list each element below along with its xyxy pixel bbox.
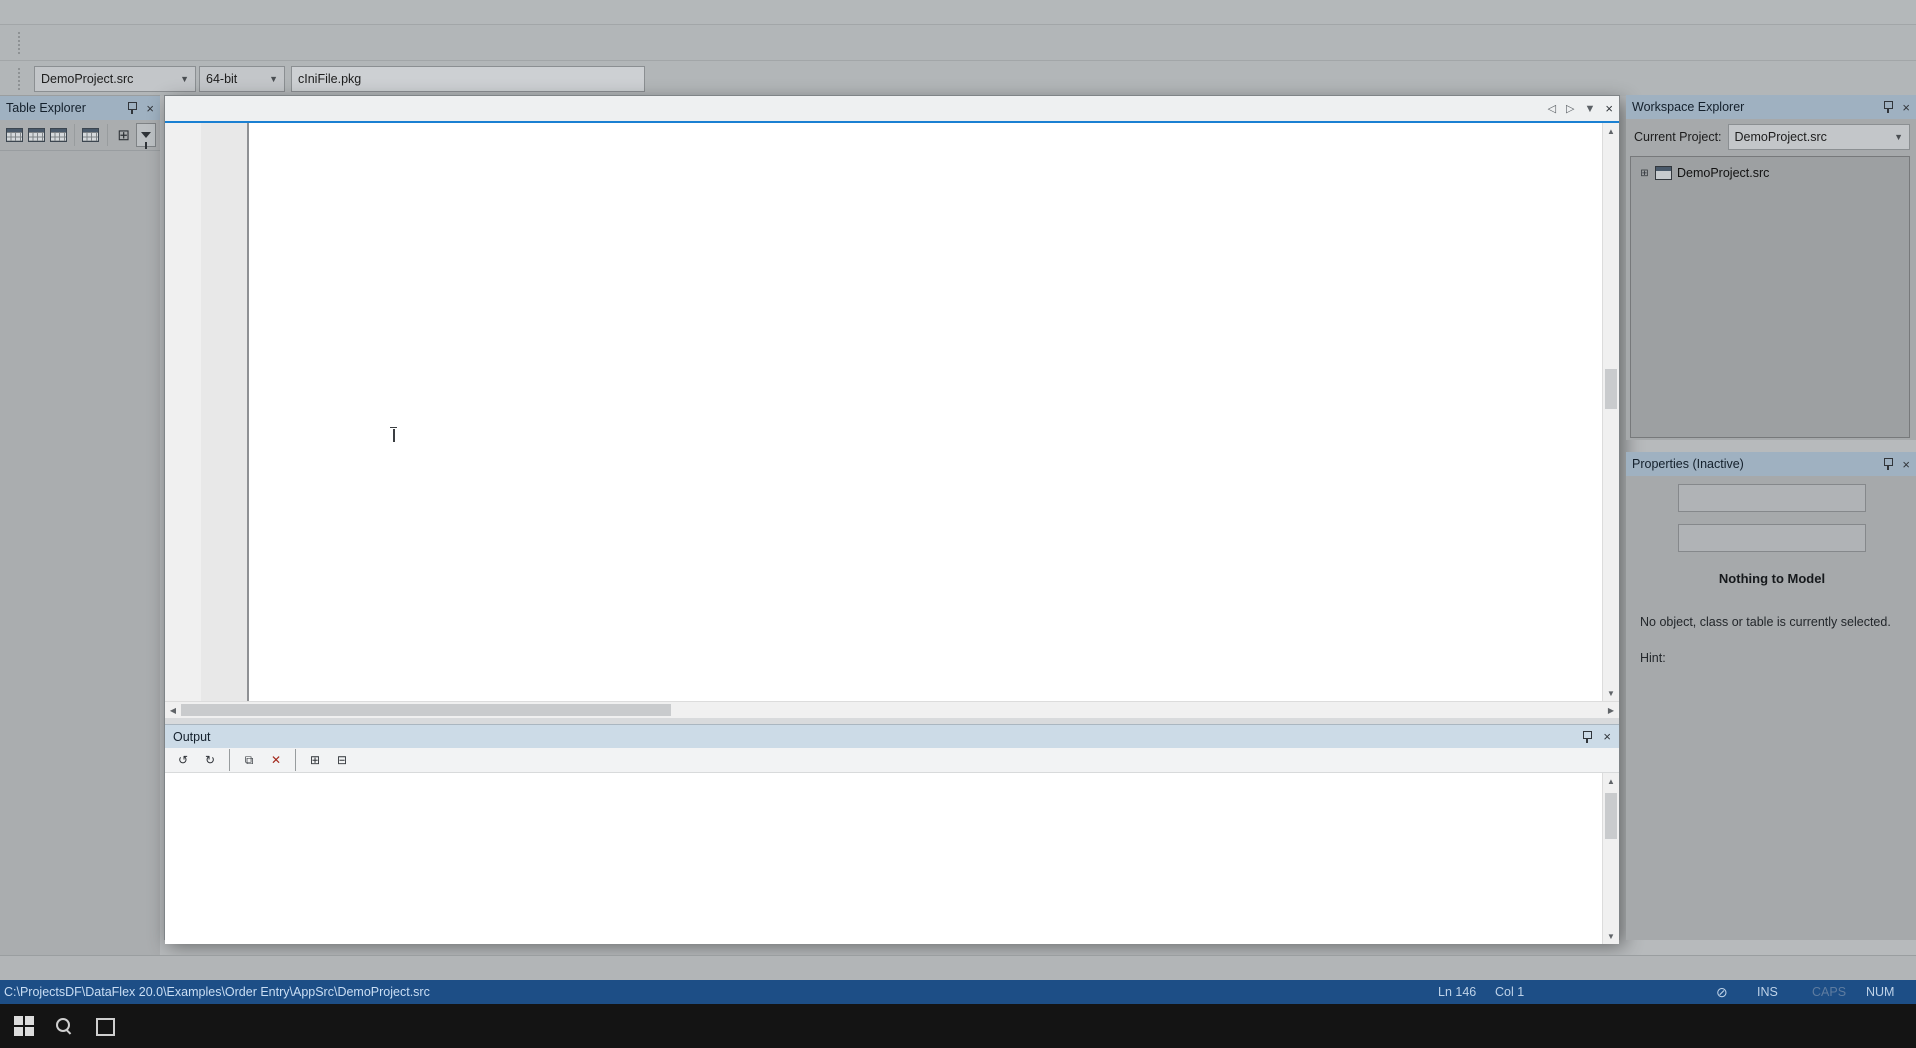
start-button-icon[interactable]	[14, 1016, 34, 1036]
output-toolbar: ↺ ↻ ⧉ ✕ ⊞ ⊟	[165, 748, 1619, 773]
project-combobox-value: DemoProject.src	[41, 72, 172, 86]
tab-scroll-right-icon[interactable]: ▷	[1566, 102, 1574, 115]
editor-vscroll-thumb[interactable]	[1605, 369, 1617, 409]
editor-vertical-scrollbar[interactable]: ▲ ▼	[1602, 123, 1619, 701]
object-class-field[interactable]	[1678, 524, 1866, 552]
scroll-up-icon[interactable]: ▲	[1603, 123, 1619, 139]
restructure-table-icon[interactable]	[81, 123, 101, 147]
current-project-value: DemoProject.src	[1735, 130, 1887, 144]
workspace-root-label: DemoProject.src	[1677, 166, 1769, 180]
document-tabstrip: ◁ ▷ ▼ ×	[165, 96, 1619, 121]
expand-all-icon[interactable]: ⊞	[303, 748, 327, 772]
statusbar-line: Ln 146	[1438, 985, 1476, 999]
chevron-down-icon: ▼	[1894, 132, 1903, 142]
tab-scroll-left-icon[interactable]: ◁	[1548, 102, 1556, 115]
copy-output-icon[interactable]: ⧉	[237, 748, 261, 772]
workspace-explorer-title: Workspace Explorer	[1632, 100, 1882, 114]
current-project-label: Current Project:	[1634, 130, 1722, 144]
toolbar-grip[interactable]	[18, 32, 25, 54]
dataflex-studio-window: { "menu": {"items": ["File","Edit","Text…	[0, 0, 1916, 1048]
new-table-icon[interactable]	[4, 123, 24, 147]
workspace-explorer-panel: Workspace Explorer × Current Project: De…	[1626, 95, 1916, 440]
pin-icon[interactable]	[1581, 730, 1593, 744]
chevron-down-icon: ▼	[269, 74, 278, 84]
line-number-gutter	[201, 123, 249, 701]
scroll-down-icon[interactable]: ▼	[1603, 685, 1619, 701]
tab-list-icon[interactable]: ▼	[1585, 103, 1596, 115]
taskbar-search-icon[interactable]	[56, 1018, 72, 1034]
debug-toolbar: DemoProject.src ▼ 64-bit ▼ cIniFile.pkg	[0, 60, 1916, 96]
clear-output-icon[interactable]: ✕	[264, 748, 288, 772]
prev-result-icon[interactable]: ↺	[171, 748, 195, 772]
properties-empty-heading: Nothing to Model	[1640, 570, 1904, 589]
open-file-combobox-value: cIniFile.pkg	[298, 72, 638, 86]
relationships-icon[interactable]: ⊞	[114, 123, 134, 147]
fold-margin	[165, 123, 202, 701]
collapse-all-icon[interactable]: ⊟	[330, 748, 354, 772]
table-explorer-title: Table Explorer	[6, 101, 126, 115]
properties-title: Properties (Inactive)	[1632, 457, 1882, 471]
code-editor[interactable]: ▲ ▼	[165, 123, 1619, 701]
scroll-down-icon[interactable]: ▼	[1603, 928, 1619, 944]
chevron-down-icon: ▼	[180, 74, 189, 84]
statusbar-caps: CAPS	[1812, 985, 1846, 999]
pin-icon[interactable]	[1882, 100, 1894, 114]
next-result-icon[interactable]: ↻	[198, 748, 222, 772]
filter-icon[interactable]	[136, 123, 156, 147]
windows-taskbar	[0, 1004, 1916, 1048]
editor-hscroll-thumb[interactable]	[181, 704, 671, 716]
main-toolbar	[0, 24, 1916, 61]
properties-header: Properties (Inactive) ×	[1626, 452, 1916, 476]
table-explorer-tree	[0, 151, 160, 157]
close-document-icon[interactable]: ×	[1605, 102, 1613, 115]
close-icon[interactable]: ×	[1902, 458, 1910, 471]
pin-icon[interactable]	[1882, 457, 1894, 471]
menubar	[0, 0, 1916, 24]
statusbar: C:\ProjectsDF\DataFlex 20.0\Examples\Ord…	[0, 980, 1916, 1004]
statusbar-file-path: C:\ProjectsDF\DataFlex 20.0\Examples\Ord…	[4, 985, 430, 999]
table-explorer-panel: Table Explorer × ⊞	[0, 95, 160, 956]
table-explorer-toolbar: ⊞	[0, 120, 160, 151]
readonly-icon: ⊘	[1716, 984, 1728, 1001]
edit-table-icon[interactable]	[26, 123, 46, 147]
project-icon	[1655, 166, 1672, 180]
properties-panel: Properties (Inactive) × Nothing to Model…	[1626, 452, 1916, 940]
statusbar-column: Col 1	[1495, 985, 1524, 999]
toolbar-grip-2[interactable]	[18, 68, 25, 90]
pin-icon[interactable]	[126, 101, 138, 115]
close-icon[interactable]: ×	[1603, 730, 1611, 743]
workspace-tree: ⊞ DemoProject.src	[1630, 156, 1910, 438]
scroll-right-icon[interactable]: ▶	[1603, 702, 1619, 718]
architecture-combobox-value: 64-bit	[206, 72, 261, 86]
current-project-combobox[interactable]: DemoProject.src ▼	[1728, 124, 1910, 150]
properties-hint-label: Hint:	[1640, 649, 1904, 667]
open-file-combobox[interactable]: cIniFile.pkg	[291, 66, 645, 92]
scroll-up-icon[interactable]: ▲	[1603, 773, 1619, 789]
output-panel-title: Output	[173, 730, 1581, 744]
workspace-tree-root[interactable]: ⊞ DemoProject.src	[1631, 162, 1909, 185]
output-vscroll-thumb[interactable]	[1605, 793, 1617, 839]
scroll-left-icon[interactable]: ◀	[165, 702, 181, 718]
ibeam-cursor	[389, 427, 398, 444]
close-icon[interactable]: ×	[146, 102, 154, 115]
code-editor-window: ◁ ▷ ▼ × ▲ ▼ ◀ ▶ Output × ↺ ↻ ⧉ ✕ ⊞	[164, 95, 1620, 940]
table-explorer-header: Table Explorer ×	[0, 96, 160, 120]
properties-empty-message: No object, class or table is currently s…	[1640, 613, 1904, 631]
task-view-icon[interactable]	[96, 1018, 115, 1036]
statusbar-ins: INS	[1757, 985, 1778, 999]
workspace-explorer-header: Workspace Explorer ×	[1626, 95, 1916, 119]
editor-horizontal-scrollbar[interactable]: ◀ ▶	[165, 701, 1619, 718]
dock-tabbar	[0, 955, 1916, 981]
statusbar-num: NUM	[1866, 985, 1894, 999]
output-list: ▲ ▼	[165, 773, 1619, 944]
project-combobox[interactable]: DemoProject.src ▼	[34, 66, 196, 92]
object-name-field[interactable]	[1678, 484, 1866, 512]
output-vertical-scrollbar[interactable]: ▲ ▼	[1602, 773, 1619, 944]
output-panel-header: Output ×	[165, 724, 1619, 748]
close-icon[interactable]: ×	[1902, 101, 1910, 114]
expand-icon[interactable]: ⊞	[1639, 168, 1650, 179]
find-table-icon[interactable]	[48, 123, 68, 147]
architecture-combobox[interactable]: 64-bit ▼	[199, 66, 285, 92]
